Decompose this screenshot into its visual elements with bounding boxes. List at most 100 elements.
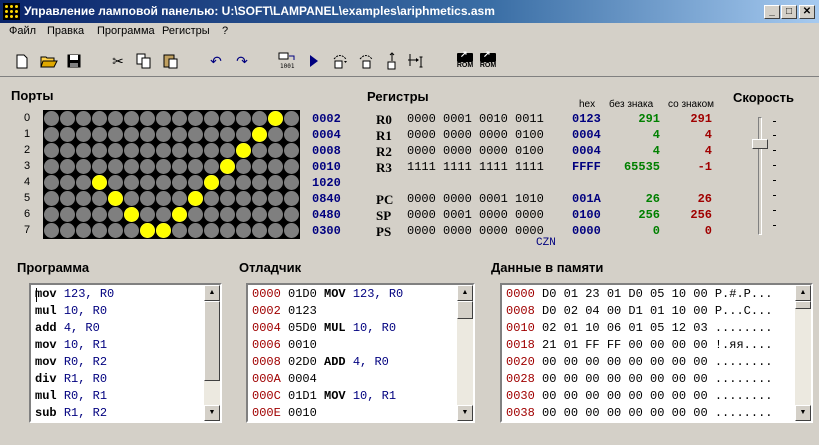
menu-edit[interactable]: Правка xyxy=(47,25,84,37)
program-editor[interactable]: mov 123, R0 mul 10, R0 add 4, R0 mov 10, R1… xyxy=(29,283,222,423)
lamp xyxy=(188,127,203,142)
step-into-icon[interactable] xyxy=(330,50,350,72)
memory-bytes: 00 00 00 00 00 00 00 00 xyxy=(542,389,708,403)
memory-bytes: 00 00 00 00 00 00 00 00 xyxy=(542,355,708,369)
lamp xyxy=(108,143,123,158)
register-signed: 256 xyxy=(690,208,712,222)
memory-address: 0030 xyxy=(506,389,535,403)
scroll-down-button[interactable]: ▼ xyxy=(204,405,220,421)
menu-bar: Файл Правка Программа Регистры ? xyxy=(0,23,819,41)
lamp xyxy=(140,175,155,190)
app-lamp-icon[interactable] xyxy=(3,3,20,20)
scroll-thumb[interactable] xyxy=(795,301,811,309)
step-over-icon[interactable] xyxy=(356,50,376,72)
undo-icon[interactable]: ↶ xyxy=(206,50,226,72)
menu-file[interactable]: Файл xyxy=(9,25,36,37)
memory-address: 0000 xyxy=(506,287,535,301)
save-icon[interactable] xyxy=(64,50,84,72)
load-rom-label: ROM xyxy=(456,61,474,69)
program-args: 4, R0 xyxy=(63,321,100,335)
run-to-cursor-icon[interactable] xyxy=(406,50,426,72)
lamp xyxy=(252,143,267,158)
copy-icon[interactable] xyxy=(134,50,154,72)
lamp xyxy=(204,223,219,238)
redo-icon[interactable]: ↷ xyxy=(232,50,252,72)
program-line: mul R0, R1 xyxy=(35,389,107,406)
debugger-line[interactable]: 0004 05D0 MUL 10, R0 xyxy=(252,321,396,338)
scroll-down-button[interactable]: ▼ xyxy=(795,405,811,421)
scroll-up-button[interactable]: ▲ xyxy=(795,285,811,301)
register-unsigned: 0 xyxy=(652,224,660,238)
menu-registers[interactable]: Регистры xyxy=(162,25,210,37)
debugger-code: 0010 xyxy=(288,338,317,352)
lamp xyxy=(92,223,107,238)
menu-help[interactable]: ? xyxy=(222,25,228,37)
open-folder-icon[interactable] xyxy=(39,50,59,72)
speed-slider-thumb[interactable] xyxy=(752,139,768,149)
lamp xyxy=(92,127,107,142)
speed-slider[interactable] xyxy=(752,117,768,235)
memory-line: 0010 02 01 10 06 01 05 12 03 ........ xyxy=(506,321,772,338)
lamp xyxy=(284,127,299,142)
debugger-code: 01D0 xyxy=(288,287,317,301)
scroll-down-button[interactable]: ▼ xyxy=(457,405,473,421)
lamp xyxy=(76,127,91,142)
register-row: PC 0000 0000 0001 1010 001A 26 26 xyxy=(376,192,716,208)
lamp xyxy=(284,111,299,126)
memory-line: 0008 D0 02 04 00 D1 01 10 00 P...C... xyxy=(506,304,772,321)
debugger-line[interactable]: 0000 01D0 MOV 123, R0 xyxy=(252,287,403,304)
lamp xyxy=(204,143,219,158)
run-icon[interactable] xyxy=(304,50,324,72)
lamp xyxy=(188,191,203,206)
new-file-icon[interactable] xyxy=(12,50,32,72)
memory-scrollbar[interactable]: ▲ ▼ xyxy=(795,285,811,421)
debugger-listing[interactable]: 0000 01D0 MOV 123, R0 0002 0123 0004 05D0… xyxy=(246,283,475,423)
close-button[interactable]: ✕ xyxy=(799,5,815,19)
register-hex: 0100 xyxy=(572,208,601,222)
debugger-line[interactable]: 0008 02D0 ADD 4, R0 xyxy=(252,355,389,372)
step-out-icon[interactable] xyxy=(382,50,402,72)
debugger-line[interactable]: 000E 0010 xyxy=(252,406,317,421)
scroll-thumb[interactable] xyxy=(204,301,220,381)
program-scrollbar[interactable]: ▲ ▼ xyxy=(204,285,220,421)
paste-icon[interactable] xyxy=(161,50,181,72)
minimize-button[interactable]: _ xyxy=(764,5,780,19)
debugger-scrollbar[interactable]: ▲ ▼ xyxy=(457,285,473,421)
lamp xyxy=(140,159,155,174)
lamp xyxy=(188,143,203,158)
program-args: R0, R2 xyxy=(63,355,108,369)
program-op: mul xyxy=(35,304,57,318)
scroll-thumb[interactable] xyxy=(457,301,473,319)
lamp xyxy=(284,191,299,206)
lamp xyxy=(172,207,187,222)
debugger-line[interactable]: 0002 0123 xyxy=(252,304,317,321)
memory-ascii: P.#.P... xyxy=(714,287,773,301)
lamp xyxy=(236,191,251,206)
lamp xyxy=(156,127,171,142)
scroll-up-button[interactable]: ▲ xyxy=(204,285,220,301)
toolbar: ✂ ↶ ↷ 1001 ROM ROM xyxy=(0,45,819,77)
maximize-button[interactable]: □ xyxy=(781,5,797,19)
register-unsigned: 291 xyxy=(638,112,660,126)
save-rom-icon[interactable]: ROM xyxy=(477,50,499,72)
load-rom-icon[interactable]: ROM xyxy=(454,50,476,72)
debugger-line[interactable]: 000C 01D1 MOV 10, R1 xyxy=(252,389,396,406)
scroll-up-button[interactable]: ▲ xyxy=(457,285,473,301)
memory-line: 0000 D0 01 23 01 D0 05 10 00 P.#.P... xyxy=(506,287,772,304)
lamp xyxy=(268,191,283,206)
debugger-line[interactable]: 0006 0010 xyxy=(252,338,317,355)
lamp xyxy=(76,175,91,190)
debugger-args: 123, R0 xyxy=(352,287,404,301)
cut-icon[interactable]: ✂ xyxy=(108,50,128,72)
lamp xyxy=(268,143,283,158)
lamp xyxy=(92,191,107,206)
debugger-line[interactable]: 000A 0004 xyxy=(252,372,317,389)
memory-dump[interactable]: 0000 D0 01 23 01 D0 05 10 00 P.#.P... 000… xyxy=(500,283,813,423)
debugger-address: 000A xyxy=(252,372,281,386)
debugger-title: Отладчик xyxy=(239,260,302,275)
lamp xyxy=(60,159,75,174)
register-name: SP xyxy=(376,208,392,223)
compile-icon[interactable]: 1001 xyxy=(278,50,298,72)
menu-program[interactable]: Программа xyxy=(97,25,155,37)
lamp xyxy=(108,111,123,126)
